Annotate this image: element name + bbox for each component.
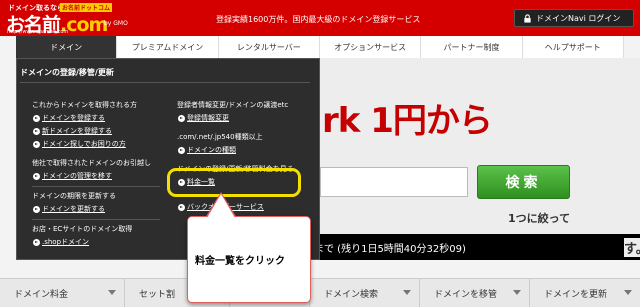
dropdown-heading: これからドメインを取得される方 <box>32 101 137 109</box>
lock-icon <box>524 13 531 23</box>
link-domain-types[interactable]: ドメインの種類 <box>177 144 294 157</box>
bottom-tab-domain-transfer[interactable]: ドメインを移管 <box>420 279 530 307</box>
callout-text: 料金一覧をクリック <box>195 256 285 267</box>
dropdown-title: ドメインの登録/移管/更新 <box>20 68 114 77</box>
tab-domain[interactable]: ドメイン <box>16 36 118 58</box>
dropdown-divider <box>20 82 310 83</box>
callout-pointer <box>207 194 235 218</box>
link-renew-domain[interactable]: ドメインを更新する <box>32 203 160 216</box>
site-logo[interactable]: ドメイン取るなら お名前ドットコム お名前.com by GMO http://… <box>4 2 154 36</box>
dropdown-heading: 登録者情報変更/ドメインの譲渡etc <box>177 101 289 109</box>
logo-url: http://www.onamae.com <box>7 29 69 35</box>
logo-by: by GMO <box>104 20 128 27</box>
link-domain-search-help[interactable]: ドメイン探しでお困りの方 <box>32 138 160 151</box>
dropdown-left-column: これからドメインを取得される方 ドメインを登録する 新ドメインを登録する ドメイ… <box>32 99 160 249</box>
chevron-down-icon <box>513 290 521 295</box>
tab-rental-server[interactable]: レンタルサーバー <box>218 36 320 58</box>
link-register-domain[interactable]: ドメインを登録する <box>32 112 160 125</box>
chevron-down-icon <box>108 290 116 295</box>
link-edit-registrant[interactable]: 登録情報変更 <box>177 112 294 125</box>
main-nav: ドメイン プレミアムドメイン レンタルサーバー オプションサービス パートナー制… <box>16 36 624 58</box>
hero-headline: rk 1円から <box>322 101 493 141</box>
login-button[interactable]: ドメインNavi ログイン <box>514 9 634 27</box>
bottom-nav: ドメイン料金 セット割 ドメイン検索 ドメインを移管 ドメインを更新 <box>0 278 640 307</box>
dropdown-heading: お店・ECサイトのドメイン取得 <box>32 225 133 233</box>
dropdown-divider <box>32 186 160 187</box>
chevron-down-icon <box>624 290 632 295</box>
link-transfer-domain[interactable]: ドメインの管理を移す <box>32 170 160 183</box>
dropdown-text: .com/.net/.jp540種類以上 <box>177 133 263 141</box>
bottom-tab-domain-price[interactable]: ドメイン料金 <box>0 279 125 307</box>
bottom-tab-domain-renew[interactable]: ドメインを更新 <box>530 279 640 307</box>
link-register-new-domain[interactable]: 新ドメインを登録する <box>32 125 160 138</box>
narrow-text: 1つに絞って <box>508 212 571 225</box>
hero-suffix: す。 <box>624 238 640 257</box>
header-tagline: 登録実績1600万件。国内最大級のドメイン登録サービス <box>216 15 421 24</box>
dropdown-heading: ドメインの期限を更新する <box>32 192 116 200</box>
tab-option-service[interactable]: オプションサービス <box>319 36 422 58</box>
domain-search-input[interactable] <box>320 167 468 197</box>
dropdown-heading: 他社で取得されたドメインのお引越し <box>32 159 151 167</box>
hero-banner <box>320 58 640 248</box>
tab-help-support[interactable]: ヘルプサポート <box>522 36 624 58</box>
tab-premium-domain[interactable]: プレミアムドメイン <box>117 36 219 58</box>
link-shop-domain[interactable]: .shopドメイン <box>32 236 160 249</box>
chevron-down-icon <box>403 290 411 295</box>
login-label: ドメインNavi ログイン <box>536 13 621 23</box>
tab-partner[interactable]: パートナー制度 <box>421 36 523 58</box>
search-button[interactable]: 検索 <box>477 165 570 199</box>
bottom-tab-domain-search[interactable]: ドメイン検索 <box>310 279 420 307</box>
site-header: ドメイン取るなら お名前ドットコム お名前.com by GMO http://… <box>0 0 640 36</box>
dropdown-divider <box>32 219 160 220</box>
